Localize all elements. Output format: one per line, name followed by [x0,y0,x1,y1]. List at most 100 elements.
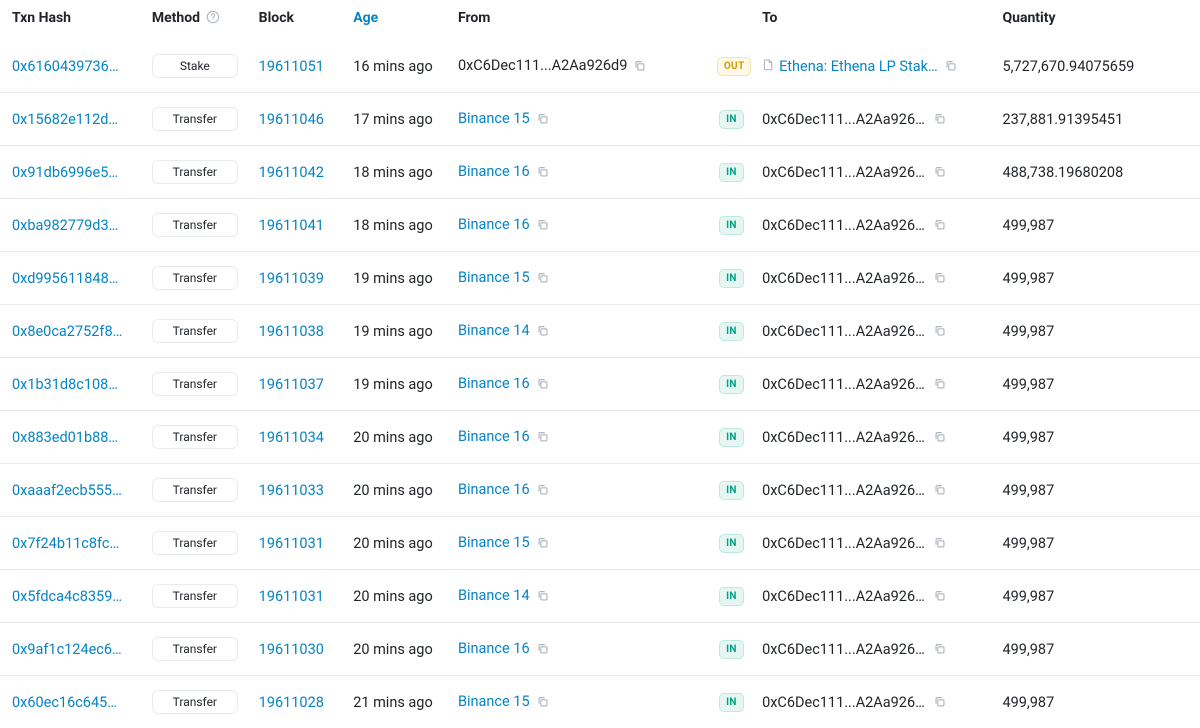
txn-hash-link[interactable]: 0x1b31d8c108… [12,376,118,393]
block-link[interactable]: 19611030 [259,641,324,658]
copy-icon[interactable] [536,535,550,552]
table-row: 0xd995611848…Transfer1961103919 mins ago… [0,252,1200,305]
quantity-value: 499,987 [1002,588,1054,605]
header-age[interactable]: Age [345,0,450,40]
txn-hash-link[interactable]: 0x9af1c124ec6… [12,641,122,658]
quantity-value: 499,987 [1002,270,1054,287]
from-address[interactable]: Binance 15 [458,110,530,127]
copy-icon[interactable] [536,588,550,605]
header-quantity: Quantity [994,0,1200,40]
block-link[interactable]: 19611028 [259,694,324,711]
from-address[interactable]: Binance 15 [458,269,530,286]
header-txn-hash: Txn Hash [0,0,144,40]
quantity-value: 499,987 [1002,217,1054,234]
block-link[interactable]: 19611031 [259,535,324,552]
to-address: 0xC6Dec111...A2Aa926d9 [762,217,927,234]
copy-icon[interactable] [933,482,947,499]
block-link[interactable]: 19611031 [259,588,324,605]
txn-hash-link[interactable]: 0xd995611848… [12,270,118,287]
direction-badge: IN [719,534,744,553]
copy-icon[interactable] [933,376,947,393]
from-address[interactable]: Binance 16 [458,640,530,657]
copy-icon[interactable] [933,535,947,552]
block-link[interactable]: 19611041 [259,217,324,234]
copy-icon[interactable] [536,111,550,128]
method-pill: Transfer [152,425,238,449]
from-address[interactable]: Binance 16 [458,216,530,233]
copy-icon[interactable] [933,429,947,446]
copy-icon[interactable] [536,429,550,446]
txn-hash-link[interactable]: 0xaaaf2ecb555… [12,482,122,499]
copy-icon[interactable] [933,323,947,340]
block-link[interactable]: 19611038 [259,323,324,340]
header-block: Block [251,0,346,40]
copy-icon[interactable] [536,270,550,287]
from-address[interactable]: Binance 16 [458,428,530,445]
copy-icon[interactable] [944,58,958,75]
copy-icon[interactable] [933,270,947,287]
copy-icon[interactable] [536,164,550,181]
age-text: 17 mins ago [353,111,433,128]
copy-icon[interactable] [536,694,550,711]
table-row: 0x883ed01b88…Transfer1961103420 mins ago… [0,411,1200,464]
age-text: 20 mins ago [353,588,433,605]
from-address[interactable]: Binance 15 [458,534,530,551]
from-address[interactable]: Binance 14 [458,322,530,339]
txn-hash-link[interactable]: 0x60ec16c645… [12,694,117,711]
block-link[interactable]: 19611034 [259,429,324,446]
from-address[interactable]: Binance 14 [458,587,530,604]
to-address: 0xC6Dec111...A2Aa926d9 [762,164,927,181]
age-text: 16 mins ago [353,58,433,75]
copy-icon[interactable] [536,323,550,340]
table-row: 0x9af1c124ec6…Transfer1961103020 mins ag… [0,623,1200,676]
table-row: 0x8e0ca2752f8…Transfer1961103819 mins ag… [0,305,1200,358]
table-row: 0xaaaf2ecb555…Transfer1961103320 mins ag… [0,464,1200,517]
copy-icon[interactable] [536,482,550,499]
block-link[interactable]: 19611051 [259,58,324,75]
txn-hash-link[interactable]: 0x8e0ca2752f8… [12,323,122,340]
from-address[interactable]: Binance 16 [458,375,530,392]
block-link[interactable]: 19611046 [259,111,324,128]
block-link[interactable]: 19611039 [259,270,324,287]
quantity-value: 499,987 [1002,429,1054,446]
to-address[interactable]: Ethena: Ethena LP Stak… [779,58,938,75]
txn-hash-link[interactable]: 0x883ed01b88… [12,429,118,446]
copy-icon[interactable] [633,58,647,75]
help-icon[interactable] [206,10,220,26]
from-address: 0xC6Dec111...A2Aa926d9 [458,57,627,74]
copy-icon[interactable] [933,111,947,128]
age-text: 19 mins ago [353,270,433,287]
table-row: 0x5fdca4c8359… Transfer 19611031 20 mins ag… [0,570,1200,623]
table-row: 0x91db6996e5…Transfer1961104218 mins ago… [0,146,1200,199]
txn-hash-link[interactable]: 0x7f24b11c8fc… [12,535,119,552]
txn-hash-link[interactable]: 0x15682e112d… [12,111,118,128]
block-link[interactable]: 19611033 [259,482,324,499]
age-text: 18 mins ago [353,217,433,234]
header-method-label: Method [152,10,200,26]
method-pill: Stake [152,54,238,78]
table-row: 0xba982779d3…Transfer1961104118 mins ago… [0,199,1200,252]
txn-hash-link[interactable]: 0x6160439736… [12,58,119,75]
copy-icon[interactable] [933,694,947,711]
copy-icon[interactable] [933,588,947,605]
direction-badge: IN [719,163,744,182]
from-address[interactable]: Binance 16 [458,481,530,498]
copy-icon[interactable] [933,164,947,181]
txn-hash-link[interactable]: 0x5fdca4c8359… [12,588,122,605]
copy-icon[interactable] [536,641,550,658]
copy-icon[interactable] [933,641,947,658]
table-row: 0x7f24b11c8fc…Transfer1961103120 mins ag… [0,517,1200,570]
block-link[interactable]: 19611037 [259,376,324,393]
copy-icon[interactable] [536,376,550,393]
from-address[interactable]: Binance 16 [458,163,530,180]
method-pill: Transfer [152,584,238,608]
from-address[interactable]: Binance 15 [458,693,530,710]
copy-icon[interactable] [933,217,947,234]
direction-badge: IN [719,269,744,288]
quantity-value: 499,987 [1002,482,1054,499]
block-link[interactable]: 19611042 [259,164,324,181]
age-text: 20 mins ago [353,482,433,499]
txn-hash-link[interactable]: 0xba982779d3… [12,217,118,234]
txn-hash-link[interactable]: 0x91db6996e5… [12,164,118,181]
copy-icon[interactable] [536,217,550,234]
